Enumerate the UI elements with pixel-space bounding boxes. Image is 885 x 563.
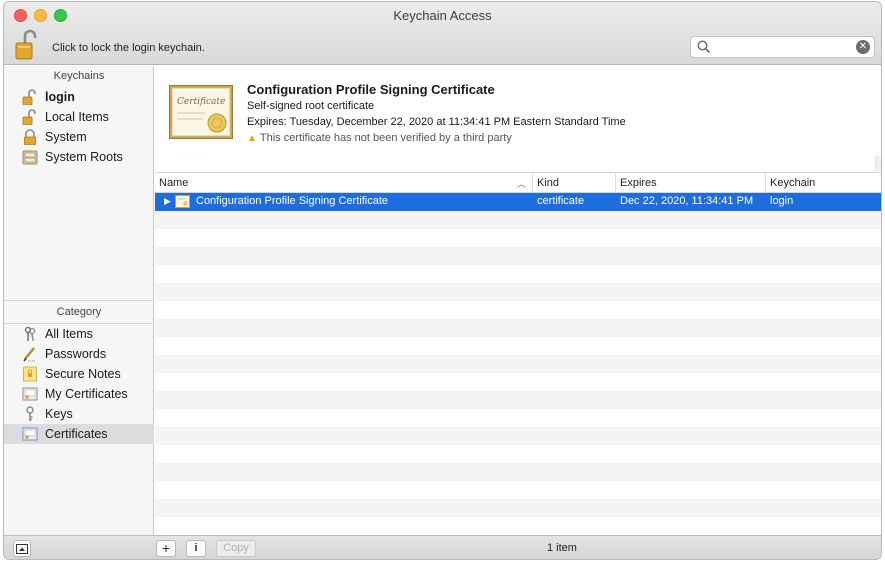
certificate-icon	[22, 427, 38, 441]
disclosure-triangle-icon[interactable]: ▶	[164, 196, 171, 207]
sidebar-item-system-roots[interactable]: System Roots	[4, 147, 154, 167]
column-header-expires[interactable]: Expires	[616, 173, 766, 193]
certificate-warning: ▲ This certificate has not been verified …	[247, 132, 512, 144]
certificate-expiry: Expires: Tuesday, December 22, 2020 at 1…	[247, 116, 626, 128]
info-scrollbar[interactable]	[875, 156, 881, 171]
window-title: Keychain Access	[393, 8, 492, 23]
title-toolbar: Keychain Access Click to lock the login …	[4, 2, 881, 65]
keychain-access-window: Keychain Access Click to lock the login …	[3, 1, 882, 560]
bottom-bar: + i Copy 1 item	[4, 535, 881, 559]
column-label: Keychain	[770, 177, 816, 189]
items-table: Name ︿ Kind Expires Keychain ▶ Configura…	[155, 173, 881, 535]
sidebar-item-label: System	[45, 130, 87, 144]
locked-padlock-icon	[24, 129, 36, 145]
sidebar-item-label: All Items	[45, 327, 93, 341]
sidebar-item-login[interactable]: login	[4, 87, 154, 107]
cell-keychain: login	[770, 195, 794, 207]
sidebar-item-local-items[interactable]: Local Items	[4, 107, 154, 127]
certificate-large-icon: Certificate	[169, 85, 233, 139]
sidebar-item-label: Passwords	[45, 347, 107, 361]
column-label: Name	[159, 177, 189, 189]
sidebar-item-keys[interactable]: Keys	[4, 404, 154, 424]
clear-search-icon[interactable]: ✕	[856, 40, 870, 54]
search-input[interactable]	[715, 39, 855, 55]
sidebar-item-certificates[interactable]: Certificates	[4, 424, 154, 444]
category-header: Category	[56, 306, 102, 318]
sidebar-item-label: Secure Notes	[45, 367, 121, 381]
sidebar-item-label: Certificates	[45, 427, 108, 441]
pencil-icon	[23, 347, 36, 362]
certificate-script-text: Certificate	[177, 97, 225, 107]
sidebar-item-my-certificates[interactable]: My Certificates	[4, 384, 154, 404]
cabinet-icon	[22, 150, 38, 165]
certificate-icon	[22, 387, 38, 401]
column-header-name[interactable]: Name ︿	[155, 173, 533, 193]
get-info-button[interactable]: i	[186, 540, 206, 557]
sidebar-item-secure-notes[interactable]: Secure Notes	[4, 364, 154, 384]
warning-icon: ▲	[247, 133, 257, 144]
column-header-kind[interactable]: Kind	[533, 173, 616, 193]
column-label: Kind	[537, 177, 560, 189]
certificate-title: Configuration Profile Signing Certificat…	[247, 82, 495, 97]
sidebar-item-label: Local Items	[45, 110, 109, 124]
cell-kind: certificate	[537, 195, 585, 207]
certificate-icon	[175, 195, 190, 208]
table-row[interactable]: ▶ Configuration Profile Signing Certific…	[155, 193, 881, 211]
column-label: Expires	[620, 177, 657, 189]
sidebar-divider[interactable]	[4, 300, 154, 301]
note-icon	[23, 366, 37, 382]
toggle-sidebar-button[interactable]	[13, 540, 31, 557]
lock-keychain-button[interactable]	[14, 29, 42, 61]
add-item-button[interactable]: +	[156, 540, 176, 557]
sidebar-item-label: login	[45, 90, 75, 104]
cell-expires: Dec 22, 2020, 11:34:41 PM	[620, 195, 754, 207]
sidebar-toggle-icon	[16, 544, 28, 554]
sidebar-item-system[interactable]: System	[4, 127, 154, 147]
warning-text: This certificate has not been verified b…	[259, 132, 512, 144]
cell-name: Configuration Profile Signing Certificat…	[196, 195, 388, 207]
table-rows: ▶ Configuration Profile Signing Certific…	[155, 193, 881, 535]
keychains-header: Keychains	[53, 70, 105, 82]
sidebar-item-label: Keys	[45, 407, 73, 421]
search-icon	[697, 40, 711, 54]
unlocked-padlock-icon	[22, 109, 36, 125]
search-field[interactable]: ✕	[690, 36, 875, 58]
certificate-info-panel: Certificate Configuration Profile Signin…	[155, 66, 881, 173]
all-items-icon	[24, 326, 36, 342]
key-icon	[26, 406, 34, 421]
item-count: 1 item	[547, 542, 577, 554]
lock-status-text: Click to lock the login keychain.	[52, 42, 205, 54]
copy-button[interactable]: Copy	[216, 540, 256, 557]
certificate-subtitle: Self-signed root certificate	[247, 100, 375, 112]
column-header-keychain[interactable]: Keychain	[766, 173, 881, 193]
unlocked-padlock-icon	[22, 89, 36, 105]
sidebar-item-all-items[interactable]: All Items	[4, 324, 154, 344]
unlocked-padlock-icon	[15, 29, 37, 60]
sidebar-item-passwords[interactable]: Passwords	[4, 344, 154, 364]
table-header: Name ︿ Kind Expires Keychain	[155, 173, 881, 193]
sidebar-item-label: System Roots	[45, 150, 123, 164]
sidebar: Keychains login Local Items System Syste…	[4, 66, 154, 535]
sort-ascending-icon: ︿	[516, 179, 526, 189]
sidebar-item-label: My Certificates	[45, 387, 128, 401]
